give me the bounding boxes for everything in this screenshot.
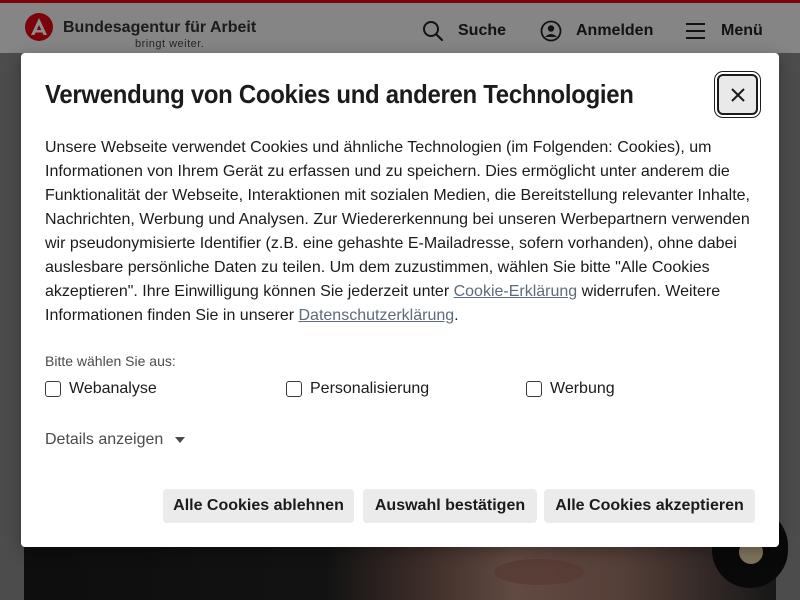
- checkbox-box[interactable]: [45, 381, 61, 397]
- cookie-dialog: Verwendung von Cookies und anderen Techn…: [21, 53, 779, 547]
- caret-down-icon: [175, 437, 186, 443]
- confirm-selection-button[interactable]: Auswahl bestätigen: [363, 489, 537, 523]
- choose-label: Bitte wählen Sie aus:: [45, 353, 176, 369]
- details-toggle[interactable]: Details anzeigen: [45, 431, 186, 449]
- reject-all-button[interactable]: Alle Cookies ablehnen: [163, 489, 354, 523]
- close-icon: [730, 87, 745, 102]
- checkbox-label: Webanalyse: [69, 380, 157, 397]
- checkbox-box[interactable]: [286, 381, 302, 397]
- checkbox-box[interactable]: [526, 381, 542, 397]
- privacy-policy-link[interactable]: Datenschutzerklärung: [299, 307, 455, 324]
- checkbox-werbung[interactable]: Werbung: [526, 380, 615, 398]
- close-button[interactable]: [717, 74, 758, 115]
- dialog-description: Unsere Webseite verwendet Cookies und äh…: [45, 139, 750, 324]
- checkbox-webanalyse[interactable]: Webanalyse: [45, 380, 157, 398]
- checkbox-personalisierung[interactable]: Personalisierung: [286, 380, 429, 398]
- cookie-declaration-link[interactable]: Cookie-Erklärung: [454, 283, 578, 300]
- checkbox-label: Werbung: [550, 380, 615, 397]
- accept-all-button[interactable]: Alle Cookies akzeptieren: [544, 489, 755, 523]
- checkbox-label: Personalisierung: [310, 380, 430, 397]
- details-label: Details anzeigen: [45, 431, 164, 448]
- dialog-title: Verwendung von Cookies und anderen Techn…: [45, 79, 634, 109]
